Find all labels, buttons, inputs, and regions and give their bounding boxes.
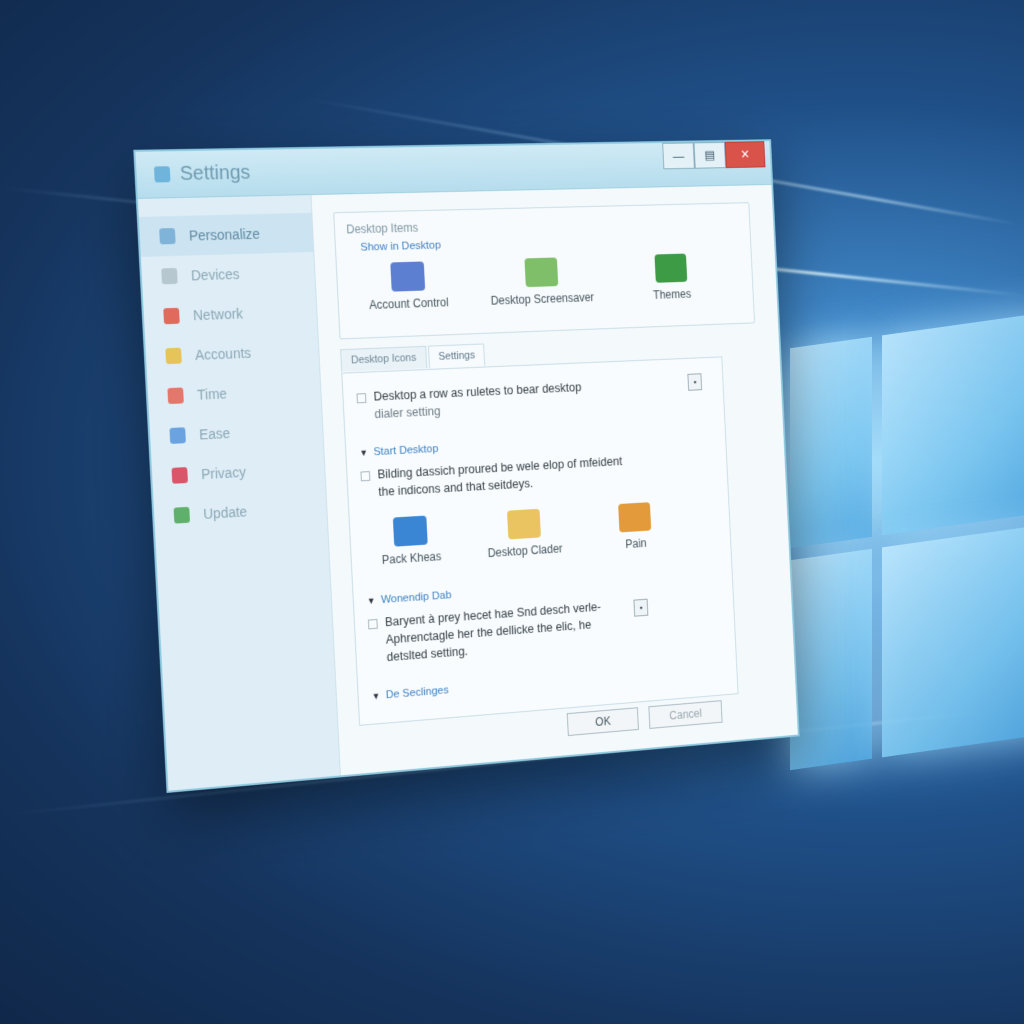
sidebar: Personalize Devices Network Accounts Tim… (138, 195, 341, 791)
option-row[interactable]: Desktop a row as ruletes to bear desktop… (356, 379, 582, 424)
window-title: Settings (179, 161, 250, 185)
devices-icon (161, 268, 178, 284)
section-link[interactable]: De Seclinges (385, 685, 448, 702)
section-header[interactable]: ▼ De Seclinges (371, 681, 449, 706)
minimize-button[interactable]: — (662, 142, 695, 169)
clock-icon (167, 387, 184, 404)
update-icon (174, 507, 190, 524)
privacy-icon (171, 467, 187, 484)
close-button[interactable]: ✕ (725, 141, 766, 168)
tile-label: Pack Kheas (381, 550, 441, 567)
option-row[interactable]: Bilding dassich proured be wele elop of … (360, 453, 623, 502)
option-row[interactable]: Baryent à prey hecet hae Snd desch verle… (368, 598, 603, 667)
tile-label: Desktop Screensaver (490, 291, 594, 308)
section-link[interactable]: Start Desktop (373, 443, 438, 458)
tile-pack-kheas[interactable]: Pack Kheas (357, 513, 464, 582)
tile-account-control[interactable]: Account Control (346, 260, 470, 328)
expand-icon: ▼ (359, 444, 368, 462)
sidebar-item-update[interactable]: Update (153, 487, 327, 537)
tile-themes[interactable]: Themes (613, 252, 730, 318)
sidebar-item-label: Update (203, 504, 248, 522)
windows-logo (790, 312, 1024, 779)
ease-icon (169, 427, 186, 444)
settings-panel: Desktop a row as ruletes to bear desktop… (341, 356, 738, 725)
sidebar-item-label: Network (193, 306, 244, 324)
content-area: Desktop Items Show in Desktop Account Co… (311, 185, 797, 776)
personalize-icon (159, 228, 176, 244)
tile-label: Pain (625, 536, 647, 551)
tile-label: Account Control (369, 296, 449, 312)
section-header[interactable]: ▼ Start Desktop (359, 439, 439, 462)
checkbox[interactable] (368, 619, 378, 629)
sidebar-item-label: Personalize (189, 226, 261, 244)
option-subtext: detslted setting. (386, 644, 468, 664)
option-subtext: dialer setting (374, 404, 441, 421)
group-title: Desktop Items (346, 221, 418, 237)
sidebar-item-label: Time (197, 386, 228, 403)
network-icon (163, 308, 180, 325)
folder-icon (507, 509, 541, 540)
sidebar-item-label: Devices (191, 266, 240, 283)
section-header[interactable]: ▼ Wonendip Dab (367, 586, 452, 610)
sidebar-item-network[interactable]: Network (143, 291, 317, 337)
tile-label: Themes (653, 287, 692, 301)
ok-button[interactable]: OK (567, 707, 639, 736)
window-controls: — ▤ ✕ (662, 141, 765, 169)
tile-desktop-screensaver[interactable]: Desktop Screensaver (482, 256, 602, 323)
desktop-items-group: Desktop Items Show in Desktop Account Co… (333, 202, 755, 339)
expand-icon: ▼ (367, 592, 376, 610)
sidebar-item-label: Privacy (201, 464, 246, 482)
sidebar-item-personalize[interactable]: Personalize (139, 213, 314, 257)
section-link[interactable]: Wonendip Dab (381, 590, 452, 606)
tile-label: Desktop Clader (487, 542, 562, 560)
monitor-icon (390, 261, 425, 291)
sidebar-item-label: Ease (199, 425, 231, 442)
checkbox[interactable] (356, 393, 366, 403)
show-in-desktop-link[interactable]: Show in Desktop (360, 240, 441, 254)
paint-icon (618, 502, 651, 532)
info-button[interactable]: ▪ (633, 599, 648, 617)
checkbox[interactable] (360, 471, 370, 481)
themes-icon (654, 254, 687, 283)
picture-icon (524, 257, 558, 287)
settings-app-icon (154, 166, 171, 182)
sidebar-item-label: Accounts (195, 345, 252, 363)
expand-icon: ▼ (371, 687, 380, 705)
cancel-button[interactable]: Cancel (648, 700, 722, 729)
info-button[interactable]: ▪ (687, 373, 702, 391)
tile-pain[interactable]: Pain (584, 500, 686, 567)
tab-settings[interactable]: Settings (428, 343, 486, 368)
accounts-icon (165, 348, 182, 365)
sidebar-item-devices[interactable]: Devices (141, 252, 315, 297)
tab-desktop-icons[interactable]: Desktop Icons (340, 346, 427, 372)
tile-desktop-clader[interactable]: Desktop Clader (472, 507, 576, 575)
maximize-button[interactable]: ▤ (694, 142, 726, 169)
settings-window: Settings — ▤ ✕ Personalize Devices Netwo… (133, 139, 799, 793)
computer-icon (393, 516, 428, 547)
option-text: Desktop a row as ruletes to bear desktop (373, 381, 581, 404)
